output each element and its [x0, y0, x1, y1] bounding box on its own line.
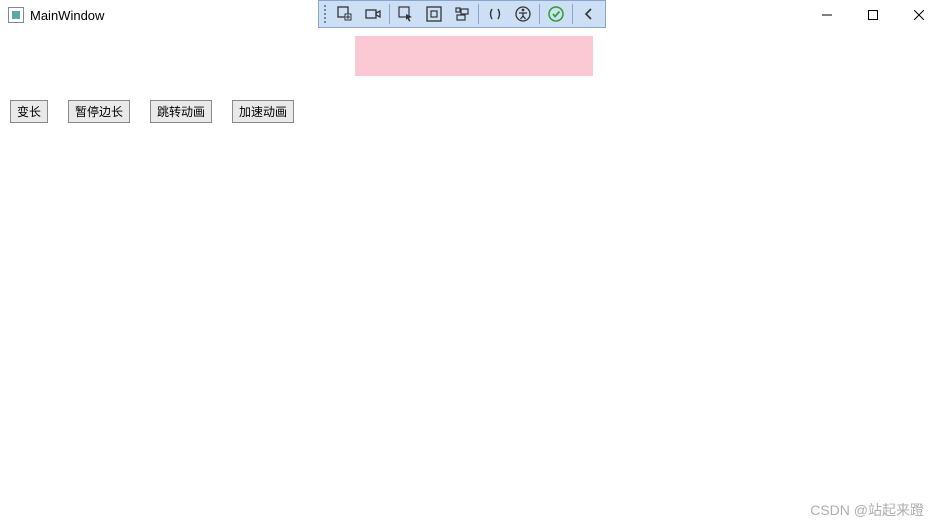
titlebar: MainWindow	[0, 0, 942, 30]
accelerate-button[interactable]: 加速动画	[232, 100, 294, 123]
maximize-button[interactable]	[850, 0, 896, 30]
minimize-button[interactable]	[804, 0, 850, 30]
pause-button[interactable]: 暂停边长	[68, 100, 130, 123]
toolbar-grip[interactable]	[321, 3, 329, 25]
live-visual-tree-icon[interactable]	[331, 2, 359, 26]
collapse-left-icon[interactable]	[575, 2, 603, 26]
debug-toolbar	[318, 0, 606, 28]
toolbar-separator	[572, 4, 573, 24]
watermark: CSDN @站起来蹬	[810, 500, 924, 520]
jump-button[interactable]: 跳转动画	[150, 100, 212, 123]
accessibility-icon[interactable]	[509, 2, 537, 26]
track-focused-icon[interactable]	[448, 2, 476, 26]
toolbar-separator	[389, 4, 390, 24]
select-element-icon[interactable]	[392, 2, 420, 26]
client-area: 变长 暂停边长 跳转动画 加速动画	[0, 30, 942, 530]
button-row: 变长 暂停边长 跳转动画 加速动画	[10, 100, 294, 123]
app-icon	[8, 7, 24, 23]
animated-rectangle	[355, 36, 593, 76]
close-button[interactable]	[896, 0, 942, 30]
grow-button[interactable]: 变长	[10, 100, 48, 123]
hot-reload-icon[interactable]	[542, 2, 570, 26]
xaml-binding-icon[interactable]	[481, 2, 509, 26]
layout-adorners-icon[interactable]	[420, 2, 448, 26]
toolbar-separator	[478, 4, 479, 24]
camera-icon[interactable]	[359, 2, 387, 26]
window-controls	[804, 0, 942, 30]
toolbar-separator	[539, 4, 540, 24]
window-title: MainWindow	[30, 8, 104, 23]
